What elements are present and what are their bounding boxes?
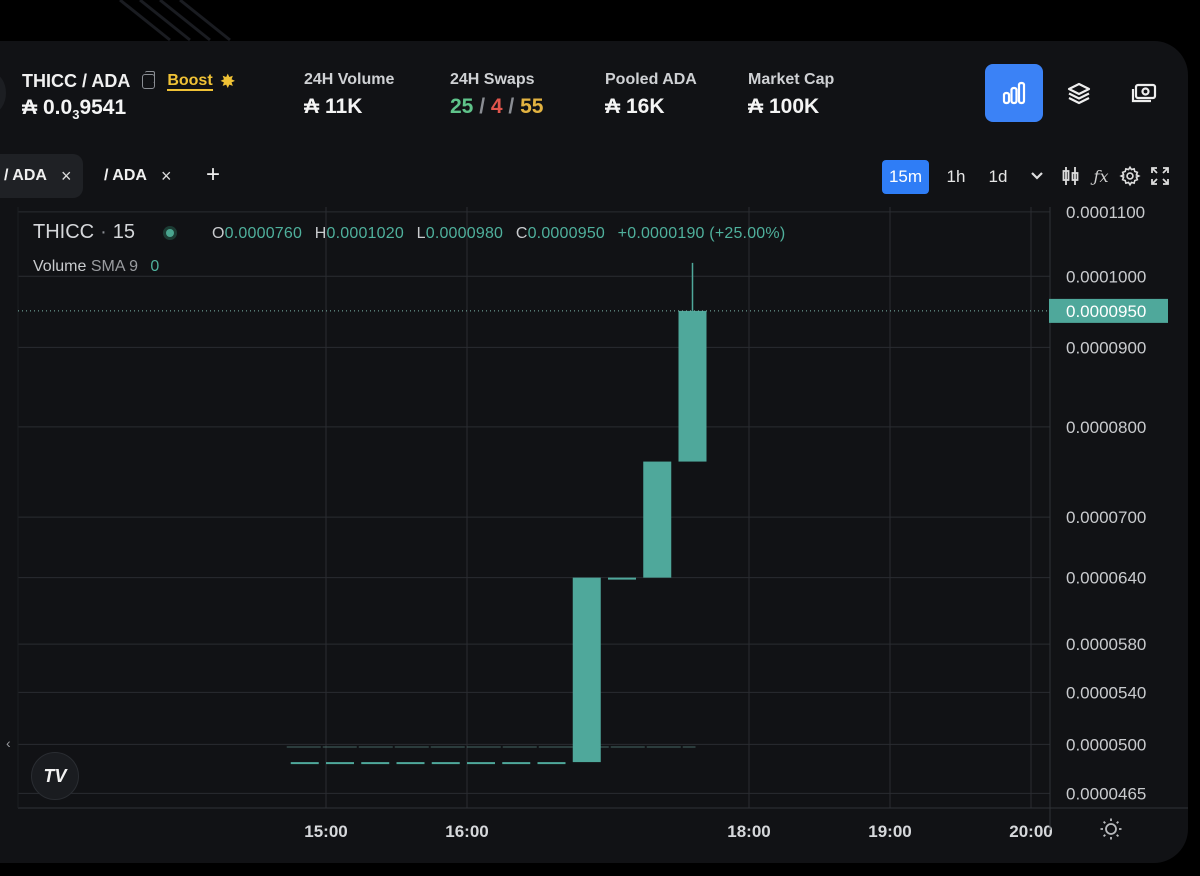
- x-tick-label: 20:00: [1009, 822, 1052, 841]
- y-tick-label: 0.0001100: [1066, 203, 1145, 222]
- y-tick-label: 0.0000540: [1066, 683, 1146, 702]
- volume-legend: Volume SMA 9 0: [33, 258, 160, 275]
- ohlc-readout: O0.0000760 H0.0001020 L0.0000980 C0.0000…: [212, 225, 786, 242]
- candle-body: [326, 762, 354, 765]
- candle-body: [537, 762, 566, 765]
- candle-body: [431, 762, 460, 765]
- x-tick-label: 15:00: [304, 822, 347, 841]
- current-price-label: 0.0000950: [1066, 302, 1146, 321]
- y-tick-label: 0.0000640: [1066, 569, 1146, 588]
- x-tick-label: 16:00: [445, 822, 488, 841]
- price-chart[interactable]: 0.0001100 0.0001000 0.0000900 0.0000800 0.00…: [0, 41, 1188, 863]
- y-tick-label: 0.0000900: [1066, 338, 1146, 357]
- candle-body: [608, 577, 636, 580]
- x-tick-label: 19:00: [868, 822, 911, 841]
- candle-body: [396, 762, 425, 765]
- y-tick-label: 0.0000800: [1066, 418, 1146, 437]
- legend-interval: 15: [112, 221, 136, 243]
- x-tick-label: 18:00: [727, 822, 770, 841]
- candle-body: [572, 577, 601, 763]
- y-tick-label: 0.0000700: [1066, 508, 1146, 527]
- candle-body: [290, 762, 319, 765]
- y-tick-label: 0.0000465: [1066, 784, 1146, 803]
- candle-body: [678, 310, 707, 462]
- tradingview-logo[interactable]: TV: [31, 752, 79, 800]
- y-tick-label: 0.0001000: [1066, 267, 1146, 286]
- y-tick-label: 0.0000500: [1066, 735, 1146, 754]
- candle-body: [502, 762, 531, 765]
- trading-panel: THICC / ADA Boost ✸ ₳ 0.039541 24H Volum…: [0, 41, 1188, 863]
- collapse-sidebar-icon[interactable]: ‹: [6, 735, 11, 751]
- y-tick-label: 0.0000580: [1066, 635, 1146, 654]
- theme-sun-icon[interactable]: [1099, 817, 1123, 841]
- candle-body: [467, 762, 495, 765]
- legend-symbol: THICC: [33, 221, 95, 243]
- live-status-dot: [163, 225, 178, 240]
- candle-body: [643, 461, 672, 578]
- candle-body: [361, 762, 390, 765]
- chart-legend-symbol: THICC · 15: [33, 221, 178, 244]
